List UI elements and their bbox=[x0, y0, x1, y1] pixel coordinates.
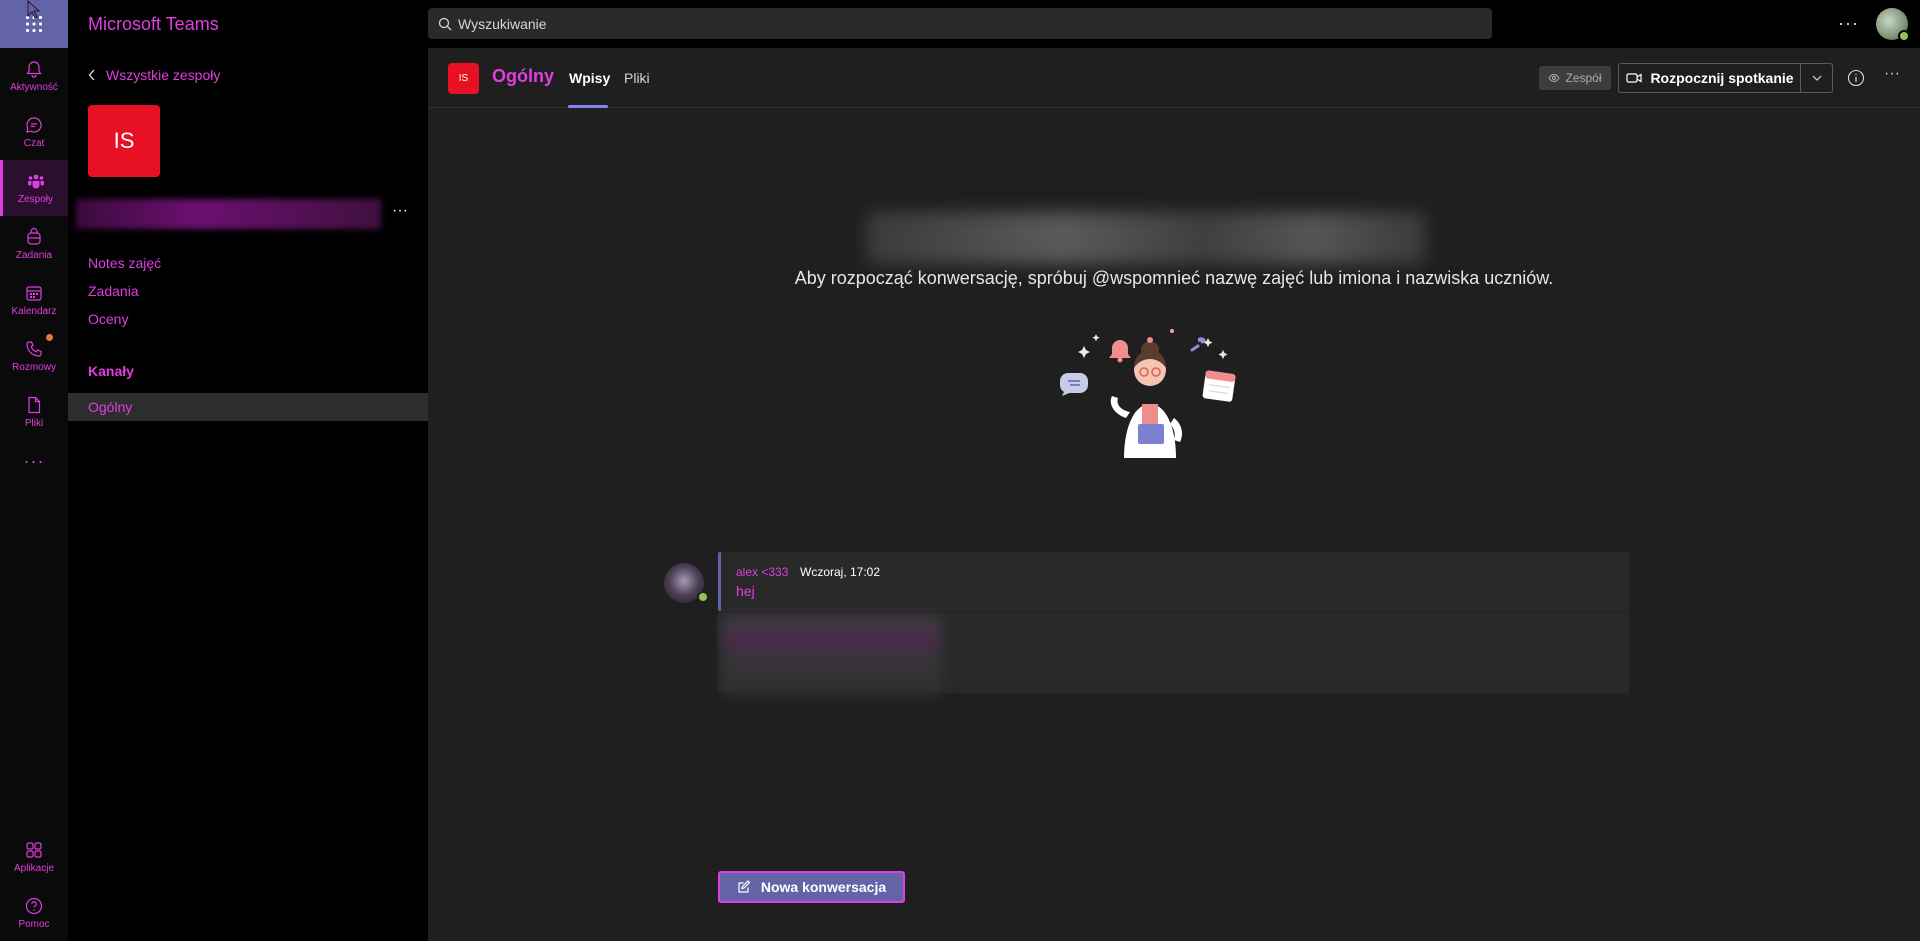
top-bar: Microsoft Teams ··· bbox=[0, 0, 1920, 48]
rail-item-calendar[interactable]: Kalendarz bbox=[0, 272, 68, 328]
new-conversation-button[interactable]: Nowa konwersacja bbox=[718, 871, 905, 903]
search-box[interactable] bbox=[428, 8, 1492, 39]
team-button-label: Zespół bbox=[1565, 71, 1602, 85]
message-text: hej bbox=[736, 583, 755, 599]
rail-label: Rozmowy bbox=[12, 362, 56, 373]
rail-label: Pomoc bbox=[18, 919, 50, 930]
channel-team-avatar: IS bbox=[448, 63, 479, 94]
rail-item-files[interactable]: Pliki bbox=[0, 384, 68, 440]
welcome-heading-redacted bbox=[866, 212, 1426, 264]
more-apps-button[interactable]: ··· bbox=[0, 451, 68, 472]
panel-tab-assignments[interactable]: Zadania bbox=[88, 283, 139, 299]
rail-item-apps[interactable]: Aplikacje bbox=[0, 829, 68, 885]
chevron-down-icon bbox=[1812, 75, 1821, 81]
start-meeting-button[interactable]: Rozpocznij spotkanie bbox=[1618, 63, 1801, 93]
channels-heading: Kanały bbox=[88, 363, 134, 379]
panel-tab-grades[interactable]: Oceny bbox=[88, 311, 128, 327]
message-author[interactable]: alex <333 bbox=[736, 565, 788, 579]
new-conversation-label: Nowa konwersacja bbox=[760, 879, 887, 895]
start-meeting-label: Rozpocznij spotkanie bbox=[1650, 70, 1794, 86]
search-icon bbox=[438, 17, 452, 30]
rail-label: Zadania bbox=[15, 250, 53, 261]
all-teams-back-link[interactable]: Wszystkie zespoły bbox=[88, 67, 220, 83]
reply-redacted bbox=[722, 616, 942, 696]
team-panel: Wszystkie zespoły IS ··· Notes zajęć Zad… bbox=[68, 48, 428, 941]
file-icon bbox=[28, 396, 41, 414]
team-visibility-button[interactable]: Zespół bbox=[1539, 66, 1611, 90]
panel-tab-class-notebook[interactable]: Notes zajęć bbox=[88, 255, 161, 271]
assignments-icon bbox=[27, 227, 41, 245]
apps-icon bbox=[26, 842, 42, 858]
compose-icon bbox=[738, 880, 751, 893]
rail-item-help[interactable]: Pomoc bbox=[0, 885, 68, 941]
info-icon[interactable] bbox=[1847, 69, 1865, 87]
notification-dot bbox=[46, 334, 53, 341]
app-title: Microsoft Teams bbox=[88, 14, 219, 34]
message-reply-area bbox=[718, 612, 1629, 696]
tab-files[interactable]: Pliki bbox=[624, 70, 650, 86]
rail-item-calls[interactable]: Rozmowy bbox=[0, 328, 68, 384]
message-timestamp: Wczoraj, 17:02 bbox=[800, 565, 881, 579]
teams-icon bbox=[27, 174, 44, 189]
meeting-options-dropdown[interactable] bbox=[1800, 63, 1833, 93]
active-tab-indicator bbox=[568, 105, 608, 108]
conversation-hint: Aby rozpocząć konwersację, spróbuj @wspo… bbox=[794, 268, 1554, 288]
channel-item-general[interactable]: Ogólny bbox=[68, 393, 428, 421]
teams-window: Microsoft Teams ··· Aktywność Czat Zespo… bbox=[0, 0, 1920, 941]
presence-available-icon bbox=[697, 591, 709, 603]
channel-title: Ogólny bbox=[492, 66, 554, 86]
video-camera-icon bbox=[1626, 73, 1643, 83]
rail-item-assignments[interactable]: Zadania bbox=[0, 216, 68, 272]
chat-icon bbox=[26, 117, 42, 133]
rail-item-teams[interactable]: Zespoły bbox=[0, 160, 68, 216]
rail-label: Zespoły bbox=[17, 194, 53, 205]
calendar-icon bbox=[26, 286, 42, 301]
teacher-illustration bbox=[1060, 329, 1236, 458]
team-more-options-button[interactable]: ··· bbox=[392, 202, 408, 220]
team-avatar: IS bbox=[88, 105, 160, 177]
tab-posts[interactable]: Wpisy bbox=[569, 70, 610, 86]
rail-label: Pliki bbox=[24, 418, 44, 429]
rail-label: Aplikacje bbox=[13, 863, 55, 874]
rail-item-activity[interactable]: Aktywność bbox=[0, 48, 68, 104]
rail-label: Aktywność bbox=[10, 82, 58, 93]
profile-avatar[interactable] bbox=[1876, 8, 1910, 42]
help-icon bbox=[25, 897, 43, 915]
rail-item-chat[interactable]: Czat bbox=[0, 104, 68, 160]
channel-more-options-button[interactable]: ··· bbox=[1884, 65, 1900, 83]
settings-more-button[interactable]: ··· bbox=[1838, 13, 1859, 34]
bell-icon bbox=[26, 61, 42, 78]
chevron-left-icon bbox=[88, 69, 95, 81]
eye-icon bbox=[1548, 73, 1561, 83]
rail-label: Czat bbox=[23, 138, 45, 149]
team-name-redacted bbox=[76, 199, 381, 229]
rail-label: Kalendarz bbox=[11, 306, 57, 317]
app-bar: Aktywność Czat Zespoły Zadania Kalendarz… bbox=[0, 48, 68, 941]
phone-icon bbox=[26, 341, 42, 357]
search-input[interactable] bbox=[458, 15, 1358, 32]
presence-available-icon bbox=[1898, 30, 1910, 42]
back-link-label: Wszystkie zespoły bbox=[106, 67, 221, 83]
channel-header: IS Ogólny Wpisy Pliki Zespół Rozpocznij … bbox=[428, 48, 1920, 108]
mouse-cursor-icon bbox=[27, 0, 41, 19]
message-card[interactable]: alex <333 Wczoraj, 17:02 hej bbox=[718, 552, 1629, 611]
